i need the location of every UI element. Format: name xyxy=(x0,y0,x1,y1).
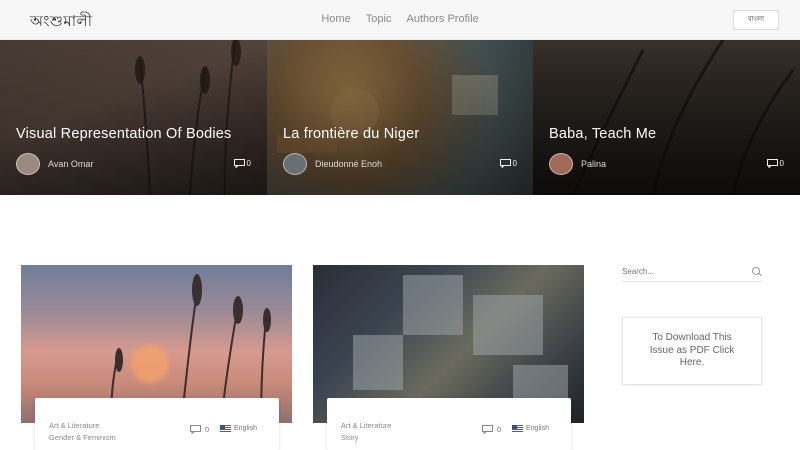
pdf-download-box[interactable]: To Download This Issue as PDF Click Here… xyxy=(622,317,762,385)
author-name[interactable]: Dieudonné Enoh xyxy=(315,159,382,169)
main-nav: Home Topic Authors Profile xyxy=(0,13,800,25)
author-avatar[interactable] xyxy=(283,153,307,175)
language-label: English xyxy=(234,425,257,432)
search-icon[interactable] xyxy=(752,267,760,275)
comment-count-value: 0 xyxy=(246,159,251,168)
comment-count[interactable]: 0 xyxy=(766,159,784,168)
post-language: English xyxy=(512,425,549,432)
author-name[interactable]: Palina xyxy=(581,159,606,169)
post-info-card: Art & Literature Story 0 English xyxy=(327,398,571,450)
featured-carousel: Visual Representation Of Bodies Avan Oma… xyxy=(0,40,800,195)
comment-icon xyxy=(190,425,201,434)
comment-icon xyxy=(499,159,511,168)
author-name[interactable]: Avan Omar xyxy=(48,159,93,169)
building-shape xyxy=(473,295,543,355)
post-tags: Art & Literature Story xyxy=(341,420,391,444)
nav-authors-profile[interactable]: Authors Profile xyxy=(407,13,479,25)
nav-topic[interactable]: Topic xyxy=(366,13,392,25)
post-tags: Art & Literature Gender & Feminism xyxy=(49,420,116,444)
comment-count[interactable]: 0 xyxy=(499,159,517,168)
nav-home[interactable]: Home xyxy=(321,13,350,25)
featured-title[interactable]: Visual Representation Of Bodies xyxy=(16,126,232,142)
post-info-card: Art & Literature Gender & Feminism 0 Eng… xyxy=(35,398,279,450)
comment-icon xyxy=(766,159,778,168)
featured-card[interactable]: Visual Representation Of Bodies Avan Oma… xyxy=(0,40,267,195)
us-flag-icon xyxy=(512,425,523,432)
post-comment-count[interactable]: 0 xyxy=(190,425,209,434)
building-shape xyxy=(353,335,403,390)
comment-count-value: 0 xyxy=(205,425,210,434)
featured-meta: Avan Omar 0 xyxy=(16,153,251,175)
language-switch-button[interactable]: বাংলা xyxy=(733,10,779,30)
search-input[interactable] xyxy=(622,264,742,278)
building-shape xyxy=(403,275,463,335)
us-flag-icon xyxy=(220,425,231,432)
comment-count[interactable]: 0 xyxy=(233,159,251,168)
featured-title[interactable]: La frontière du Niger xyxy=(283,126,419,142)
featured-card[interactable]: La frontière du Niger Dieudonné Enoh 0 xyxy=(267,40,533,195)
featured-card[interactable]: Baba, Teach Me Palina 0 xyxy=(533,40,800,195)
featured-meta: Dieudonné Enoh 0 xyxy=(283,153,517,175)
post-comment-count[interactable]: 0 xyxy=(482,425,501,434)
language-label: English xyxy=(526,425,549,432)
author-avatar[interactable] xyxy=(549,153,573,175)
post-language: English xyxy=(220,425,257,432)
site-header: অংশুমালী Home Topic Authors Profile বাংল… xyxy=(0,0,800,40)
comment-icon xyxy=(233,159,245,168)
featured-meta: Palina 0 xyxy=(549,153,784,175)
featured-title[interactable]: Baba, Teach Me xyxy=(549,126,656,142)
tag-link[interactable]: Story xyxy=(341,432,359,444)
author-avatar[interactable] xyxy=(16,153,40,175)
sidebar-search xyxy=(622,262,762,282)
comment-count-value: 0 xyxy=(779,159,784,168)
comment-count-value: 0 xyxy=(497,425,502,434)
tag-link[interactable]: Art & Literature xyxy=(341,420,391,432)
comment-icon xyxy=(482,425,493,434)
tag-link[interactable]: Art & Literature xyxy=(49,420,99,432)
tag-link[interactable]: Gender & Feminism xyxy=(49,432,116,444)
comment-count-value: 0 xyxy=(512,159,517,168)
